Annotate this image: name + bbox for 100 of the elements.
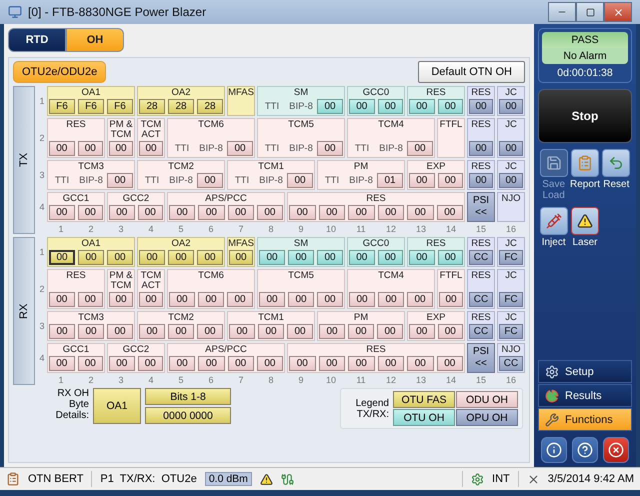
byte-button[interactable]: F6 bbox=[49, 99, 75, 114]
byte-button[interactable]: 00 bbox=[78, 250, 104, 265]
byte-button[interactable]: 00 bbox=[258, 324, 284, 339]
byte-button[interactable]: 00 bbox=[349, 292, 375, 307]
byte-button[interactable]: 00 bbox=[229, 324, 255, 339]
byte-button[interactable]: 00 bbox=[78, 205, 103, 220]
tab[interactable]: OH bbox=[66, 28, 124, 52]
byte-button[interactable]: 00 bbox=[139, 250, 165, 265]
byte-button[interactable]: F6 bbox=[107, 99, 133, 114]
byte-button[interactable]: 00 bbox=[378, 356, 404, 371]
byte-button[interactable]: 00 bbox=[469, 141, 493, 156]
byte-button[interactable]: 00 bbox=[49, 205, 74, 220]
byte-button[interactable]: 00 bbox=[198, 292, 224, 307]
exit-button[interactable] bbox=[603, 437, 630, 463]
byte-button[interactable]: CC bbox=[469, 324, 493, 339]
byte-button[interactable]: 00 bbox=[49, 324, 75, 339]
byte-button[interactable]: 00 bbox=[469, 99, 493, 114]
byte-button[interactable]: 00 bbox=[197, 173, 223, 188]
byte-button[interactable]: 00 bbox=[227, 141, 253, 156]
byte-button[interactable]: 00 bbox=[318, 205, 345, 220]
byte-button[interactable]: 00 bbox=[139, 292, 163, 307]
byte-button[interactable]: 00 bbox=[348, 205, 374, 220]
info-button[interactable] bbox=[540, 437, 567, 463]
byte-button[interactable]: 00 bbox=[228, 356, 254, 371]
byte-button[interactable]: 00 bbox=[378, 292, 404, 307]
byte-button[interactable]: 00 bbox=[407, 356, 434, 371]
byte-button[interactable]: FC bbox=[499, 324, 523, 339]
byte-button[interactable]: 00 bbox=[438, 99, 463, 114]
close-button[interactable] bbox=[604, 2, 632, 22]
byte-button[interactable]: 00 bbox=[348, 356, 374, 371]
byte-button[interactable]: 00 bbox=[438, 250, 463, 265]
byte-button[interactable]: 00 bbox=[287, 324, 313, 339]
byte-button[interactable]: 00 bbox=[49, 250, 75, 265]
byte-button[interactable]: 00 bbox=[289, 205, 316, 220]
byte-button[interactable]: 00 bbox=[438, 173, 463, 188]
byte-button[interactable]: 00 bbox=[317, 250, 343, 265]
byte-button[interactable]: 00 bbox=[438, 324, 463, 339]
byte-button[interactable]: 00 bbox=[317, 141, 343, 156]
action-button[interactable]: Reset bbox=[600, 149, 632, 201]
nav-item[interactable]: Functions bbox=[538, 408, 632, 431]
default-oh-button[interactable]: Default OTN OH bbox=[418, 61, 525, 83]
byte-button[interactable]: 00 bbox=[197, 324, 223, 339]
byte-button[interactable]: 00 bbox=[409, 173, 434, 188]
byte-button[interactable]: 00 bbox=[169, 356, 196, 371]
byte-button[interactable]: 00 bbox=[259, 250, 285, 265]
byte-button[interactable]: 00 bbox=[109, 356, 134, 371]
byte-button[interactable]: 00 bbox=[378, 250, 403, 265]
byte-button[interactable]: 00 bbox=[168, 250, 194, 265]
byte-button[interactable]: 00 bbox=[407, 205, 434, 220]
byte-button[interactable]: 00 bbox=[49, 356, 74, 371]
byte-button[interactable]: 00 bbox=[317, 99, 343, 114]
byte-button[interactable]: 00 bbox=[287, 173, 313, 188]
byte-button[interactable]: CC bbox=[469, 250, 493, 265]
byte-button[interactable]: 00 bbox=[109, 292, 133, 307]
byte-button[interactable]: CC bbox=[499, 356, 523, 371]
byte-button[interactable]: 00 bbox=[109, 205, 134, 220]
byte-button[interactable]: 00 bbox=[317, 292, 343, 307]
byte-button[interactable]: 00 bbox=[198, 205, 224, 220]
byte-button[interactable]: 00 bbox=[139, 141, 163, 156]
stop-button[interactable]: Stop bbox=[538, 89, 632, 143]
byte-button[interactable]: 00 bbox=[139, 324, 165, 339]
byte-button[interactable]: 00 bbox=[288, 292, 314, 307]
byte-button[interactable]: 00 bbox=[138, 205, 163, 220]
byte-button[interactable]: CC bbox=[469, 292, 493, 307]
byte-button[interactable]: 00 bbox=[138, 356, 163, 371]
byte-button[interactable]: 00 bbox=[289, 356, 316, 371]
byte-button[interactable]: 00 bbox=[378, 99, 403, 114]
byte-button[interactable]: 00 bbox=[499, 173, 523, 188]
minimize-button[interactable] bbox=[548, 2, 576, 22]
byte-button[interactable]: 00 bbox=[377, 324, 403, 339]
byte-button[interactable]: 00 bbox=[107, 324, 133, 339]
layer-tab[interactable]: OTU2e/ODU2e bbox=[13, 61, 106, 83]
byte-button[interactable]: 01 bbox=[377, 173, 403, 188]
tab[interactable]: RTD bbox=[8, 28, 66, 52]
byte-button[interactable]: 00 bbox=[349, 99, 374, 114]
byte-button[interactable]: 00 bbox=[78, 141, 103, 156]
byte-button[interactable]: 00 bbox=[499, 141, 523, 156]
byte-button[interactable]: 00 bbox=[78, 324, 104, 339]
maximize-button[interactable] bbox=[576, 2, 604, 22]
byte-button[interactable]: 00 bbox=[168, 324, 194, 339]
byte-button[interactable]: 00 bbox=[197, 250, 223, 265]
byte-button[interactable]: 00 bbox=[469, 173, 493, 188]
byte-button[interactable]: 28 bbox=[139, 99, 165, 114]
byte-button[interactable]: 00 bbox=[409, 99, 434, 114]
nav-item[interactable]: Results bbox=[538, 384, 632, 407]
byte-button[interactable]: 00 bbox=[407, 292, 433, 307]
byte-button[interactable]: 00 bbox=[436, 205, 463, 220]
byte-button[interactable]: 00 bbox=[436, 356, 463, 371]
byte-button[interactable]: 00 bbox=[109, 141, 133, 156]
byte-button[interactable]: 00 bbox=[439, 292, 463, 307]
byte-button[interactable]: 00 bbox=[499, 99, 523, 114]
byte-button[interactable]: FC bbox=[499, 250, 523, 265]
byte-button[interactable]: 28 bbox=[168, 99, 194, 114]
byte-button[interactable]: 00 bbox=[78, 292, 103, 307]
byte-button[interactable]: 00 bbox=[169, 205, 196, 220]
psi-button[interactable]: PSI << bbox=[467, 343, 495, 373]
byte-button[interactable]: 00 bbox=[409, 324, 434, 339]
byte-button[interactable]: 00 bbox=[349, 250, 374, 265]
byte-button[interactable]: 00 bbox=[169, 292, 195, 307]
byte-button[interactable]: 28 bbox=[197, 99, 223, 114]
